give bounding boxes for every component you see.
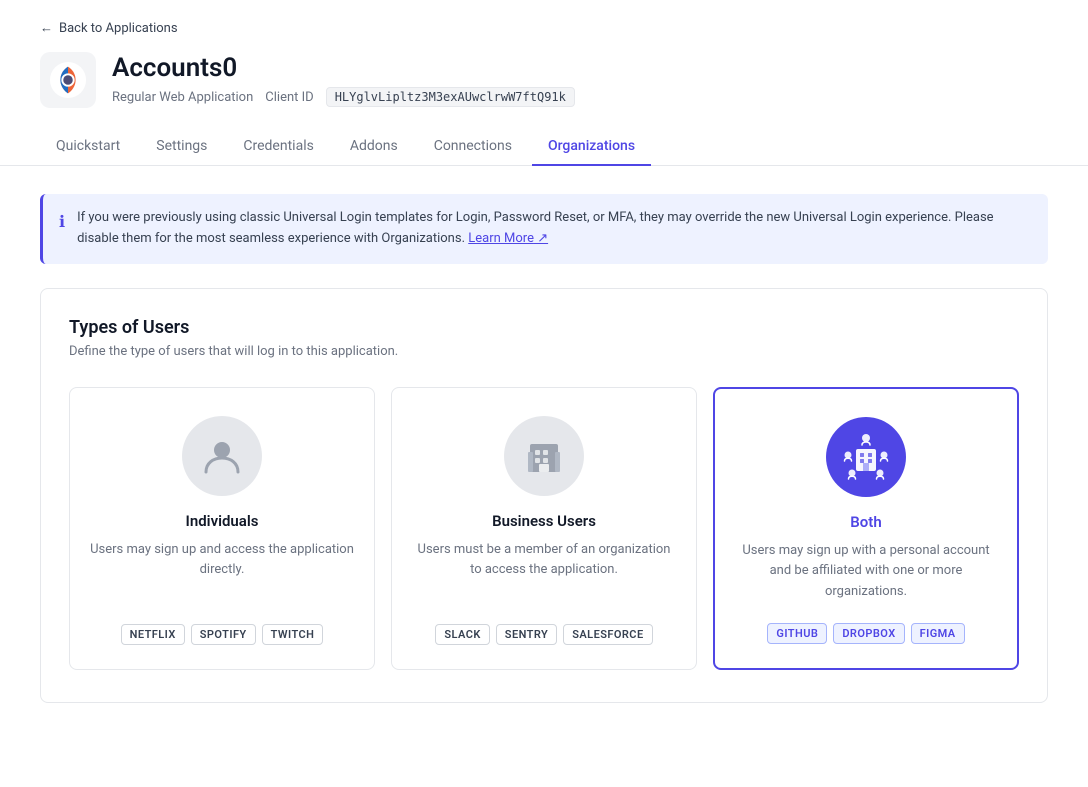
tab-settings[interactable]: Settings — [140, 128, 223, 166]
card-subtitle: Define the type of users that will log i… — [69, 344, 1019, 359]
business-name: Business Users — [492, 512, 596, 530]
both-desc: Users may sign up with a personal accoun… — [735, 541, 997, 603]
main-content: ℹ If you were previously using classic U… — [0, 166, 1088, 731]
individuals-name: Individuals — [186, 512, 259, 530]
info-icon: ℹ — [59, 209, 65, 250]
type-card-both[interactable]: Both Users may sign up with a personal a… — [713, 387, 1019, 670]
type-card-business[interactable]: Business Users Users must be a member of… — [391, 387, 697, 670]
business-tags: SLACK SENTRY SALESFORCE — [435, 624, 652, 645]
tag-sentry: SENTRY — [496, 624, 557, 645]
tab-connections[interactable]: Connections — [418, 128, 528, 166]
individuals-tags: NETFLIX SPOTIFY TWITCH — [121, 624, 324, 645]
both-icon — [826, 417, 906, 497]
info-banner: ℹ If you were previously using classic U… — [40, 194, 1048, 264]
back-link-label: Back to Applications — [59, 21, 178, 36]
client-id-value[interactable]: HLYglvLipltz3M3exAUwclrwW7ftQ91k — [326, 87, 575, 107]
both-name: Both — [850, 513, 881, 531]
tab-organizations[interactable]: Organizations — [532, 128, 651, 166]
banner-text: If you were previously using classic Uni… — [77, 208, 1032, 250]
client-id-label: Client ID — [265, 90, 313, 105]
user-types-grid: Individuals Users may sign up and access… — [69, 387, 1019, 670]
individuals-icon — [182, 416, 262, 496]
tab-quickstart[interactable]: Quickstart — [40, 128, 136, 166]
tag-dropbox: DROPBOX — [833, 623, 904, 644]
learn-more-link[interactable]: Learn More ↗ — [468, 231, 548, 246]
tag-netflix: NETFLIX — [121, 624, 185, 645]
both-tags: GITHUB DROPBOX FIGMA — [767, 623, 964, 644]
back-arrow-icon: ← — [40, 20, 53, 36]
card-title: Types of Users — [69, 317, 1019, 338]
tag-salesforce: SALESFORCE — [563, 624, 652, 645]
types-of-users-card: Types of Users Define the type of users … — [40, 288, 1048, 703]
app-name: Accounts0 — [112, 53, 575, 83]
tag-figma: FIGMA — [911, 623, 965, 644]
app-info: Accounts0 Regular Web Application Client… — [112, 53, 575, 107]
tab-bar: Quickstart Settings Credentials Addons C… — [0, 128, 1088, 166]
app-type: Regular Web Application — [112, 90, 253, 105]
app-logo-svg — [49, 61, 87, 99]
back-link[interactable]: ← Back to Applications — [0, 0, 1088, 52]
tab-credentials[interactable]: Credentials — [227, 128, 329, 166]
tag-github: GITHUB — [767, 623, 827, 644]
individuals-desc: Users may sign up and access the applica… — [90, 540, 354, 604]
tag-slack: SLACK — [435, 624, 489, 645]
business-desc: Users must be a member of an organizatio… — [412, 540, 676, 604]
app-meta: Regular Web Application Client ID HLYglv… — [112, 87, 575, 107]
tab-addons[interactable]: Addons — [334, 128, 414, 166]
business-icon — [504, 416, 584, 496]
tag-twitch: TWITCH — [262, 624, 324, 645]
tag-spotify: SPOTIFY — [191, 624, 256, 645]
type-card-individuals[interactable]: Individuals Users may sign up and access… — [69, 387, 375, 670]
app-logo — [40, 52, 96, 108]
app-header: Accounts0 Regular Web Application Client… — [0, 52, 1088, 128]
